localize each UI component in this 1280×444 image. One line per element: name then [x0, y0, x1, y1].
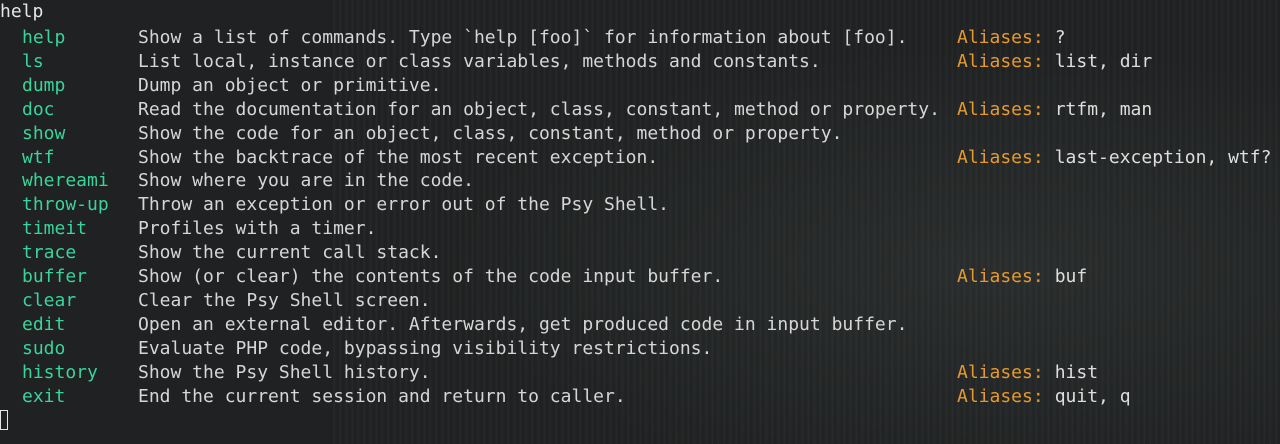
terminal-window[interactable]: help help Show a list of commands. Type `…	[0, 0, 1280, 444]
command-name: doc	[22, 98, 55, 120]
command-name: clear	[22, 289, 77, 311]
aliases-values: hist	[1054, 361, 1099, 383]
command-aliases: Aliases: last-exception, wtf?	[957, 146, 1271, 170]
text-cursor[interactable]	[0, 410, 8, 430]
command-description: Dump an object or primitive.	[138, 74, 442, 96]
command-name: exit	[22, 385, 66, 407]
aliases-label: Aliases:	[957, 385, 1044, 407]
command-row-buffer: buffer Show (or clear) the contents of th…	[0, 265, 1280, 289]
command-description: Show a list of commands. Type `help [foo…	[138, 27, 908, 48]
aliases-values: buf	[1054, 266, 1088, 287]
command-description: End the current session and return to ca…	[138, 385, 626, 407]
command-row-sudo: sudo Evaluate PHP code, bypassing visibil…	[0, 337, 1280, 361]
command-name: help	[22, 27, 66, 48]
command-name: edit	[22, 313, 66, 335]
command-description: Read the documentation for an object, cl…	[138, 98, 940, 120]
command-row-help: help Show a list of commands. Type `help …	[0, 26, 1280, 50]
command-row-doc: doc Read the documentation for an object,…	[0, 98, 1280, 122]
command-description: List local, instance or class variables,…	[138, 50, 821, 72]
command-aliases: Aliases:?	[957, 26, 1066, 50]
aliases-values: rtfm, man	[1054, 98, 1153, 120]
entered-command: help	[0, 1, 44, 22]
command-row-throw-up: throw-up Throw an exception or error out …	[0, 193, 1280, 217]
command-name: whereami	[22, 170, 109, 192]
aliases-label: Aliases:	[957, 146, 1044, 168]
command-name: history	[22, 361, 98, 383]
command-description: Evaluate PHP code, bypassing visibility …	[138, 337, 713, 359]
command-aliases: Aliases: list, dir	[957, 50, 1152, 74]
aliases-values: ?	[1054, 27, 1066, 48]
command-aliases: Aliases: hist	[957, 361, 1098, 385]
aliases-values: quit, q	[1054, 385, 1131, 407]
aliases-label: Aliases:	[957, 98, 1044, 120]
command-description: Profiles with a timer.	[138, 218, 377, 240]
command-row-wtf: wtf Show the backtrace of the most recent…	[0, 146, 1280, 170]
aliases-values: last-exception, wtf?	[1054, 146, 1272, 168]
command-row-ls: ls List local, instance or class variable…	[0, 50, 1280, 74]
command-name: sudo	[22, 337, 66, 359]
command-description: Show where you are in the code.	[138, 170, 474, 192]
command-name: buffer	[22, 266, 88, 287]
command-row-dump: dump Dump an object or primitive.	[0, 74, 1280, 98]
command-name: wtf	[22, 146, 55, 168]
command-name: show	[22, 122, 66, 144]
command-row-show: show Show the code for an object, class, …	[0, 122, 1280, 146]
command-description: Show the code for an object, class, cons…	[138, 122, 843, 144]
command-description: Show the Psy Shell history.	[138, 361, 431, 383]
command-row-whereami: whereami Show where you are in the code.	[0, 169, 1280, 193]
command-name: dump	[22, 74, 66, 96]
command-description: Open an external editor. Afterwards, get…	[138, 313, 908, 335]
command-name: trace	[22, 242, 77, 264]
command-row-exit: exit End the current session and return t…	[0, 385, 1280, 409]
command-aliases: Aliases: rtfm, man	[957, 98, 1152, 122]
command-name: throw-up	[22, 194, 109, 216]
command-row-clear: clear Clear the Psy Shell screen.	[0, 289, 1280, 313]
command-name: timeit	[22, 218, 88, 240]
command-description: Show (or clear) the contents of the code…	[138, 266, 724, 287]
command-description: Clear the Psy Shell screen.	[138, 289, 431, 311]
aliases-label: Aliases:	[957, 361, 1044, 383]
aliases-label: Aliases:	[957, 50, 1044, 72]
aliases-label: Aliases:	[957, 266, 1044, 287]
command-aliases: Aliases: quit, q	[957, 385, 1131, 409]
command-row-edit: edit Open an external editor. Afterwards,…	[0, 313, 1280, 337]
command-aliases: Aliases: buf	[957, 265, 1087, 289]
command-name: ls	[22, 50, 44, 72]
command-description: Show the backtrace of the most recent ex…	[138, 146, 659, 168]
command-row-history: history Show the Psy Shell history. Aliase…	[0, 361, 1280, 385]
command-row-timeit: timeit Profiles with a timer.	[0, 217, 1280, 241]
aliases-values: list, dir	[1054, 50, 1153, 72]
command-description: Show the current call stack.	[138, 242, 442, 264]
aliases-label: Aliases:	[957, 27, 1044, 48]
command-description: Throw an exception or error out of the P…	[138, 194, 670, 216]
command-row-trace: trace Show the current call stack.	[0, 241, 1280, 265]
